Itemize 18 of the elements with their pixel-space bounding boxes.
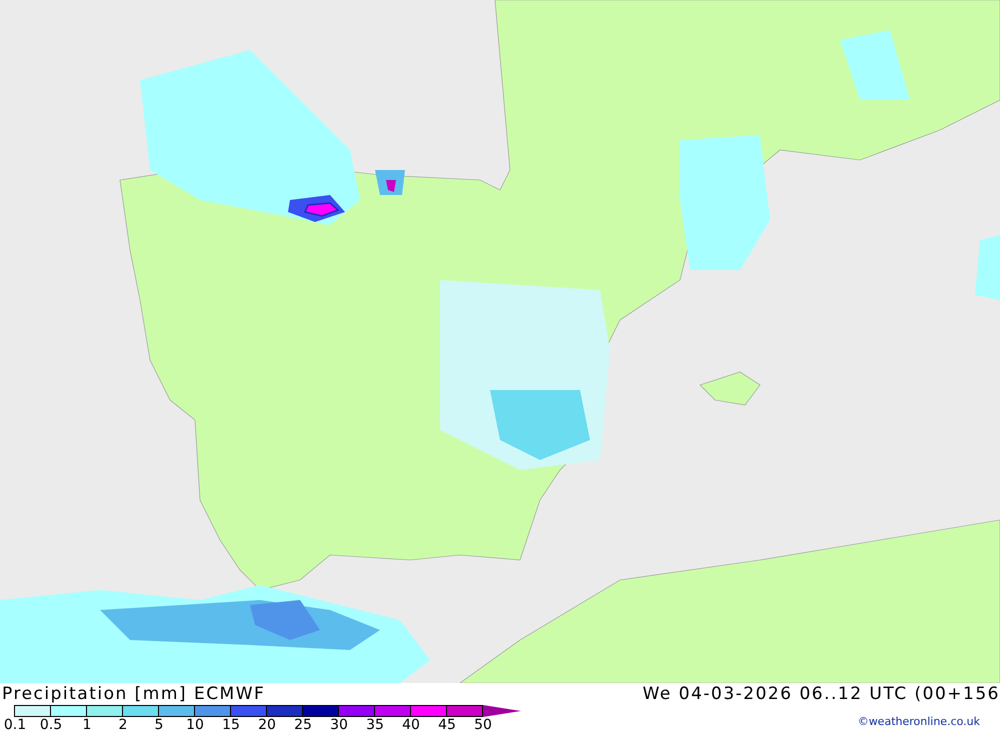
legend-title: Precipitation [mm] ECMWF — [1, 683, 266, 705]
legend-label: 45 — [437, 717, 457, 733]
legend-label: 0.5 — [38, 717, 64, 733]
legend-label: 1 — [82, 717, 92, 733]
legend-label: 10 — [185, 717, 205, 733]
legend-label: 30 — [329, 717, 349, 733]
legend-label: 50 — [473, 717, 493, 733]
legend-label: 25 — [293, 717, 313, 733]
legend-label: 5 — [154, 717, 164, 733]
legend-label: 0.1 — [2, 717, 28, 733]
legend-arrow-icon — [483, 705, 521, 717]
legend-label: 15 — [221, 717, 241, 733]
credit-link[interactable]: ©weatheronline.co.uk — [858, 715, 980, 728]
legend-label: 35 — [365, 717, 385, 733]
legend-label: 2 — [118, 717, 128, 733]
legend-label: 20 — [257, 717, 277, 733]
legend-label: 40 — [401, 717, 421, 733]
forecast-time: We 04-03-2026 06..12 UTC (00+156 — [642, 683, 1000, 705]
